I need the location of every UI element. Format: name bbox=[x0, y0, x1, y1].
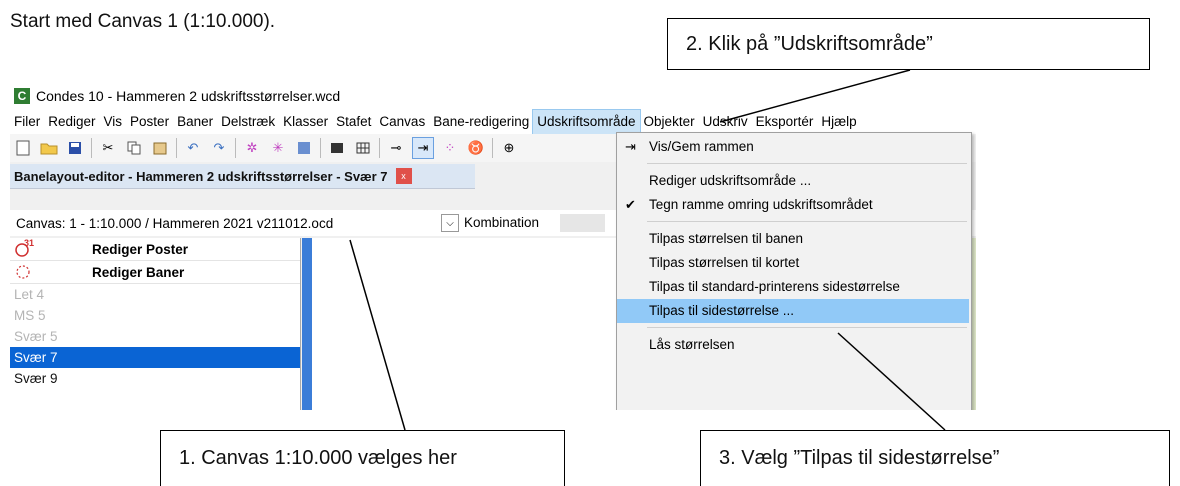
pointer-lines bbox=[349, 69, 946, 431]
pointer-line-step-2 bbox=[719, 69, 911, 123]
pointer-line-step-1 bbox=[349, 239, 406, 431]
pointer-line-step-3 bbox=[837, 332, 946, 431]
